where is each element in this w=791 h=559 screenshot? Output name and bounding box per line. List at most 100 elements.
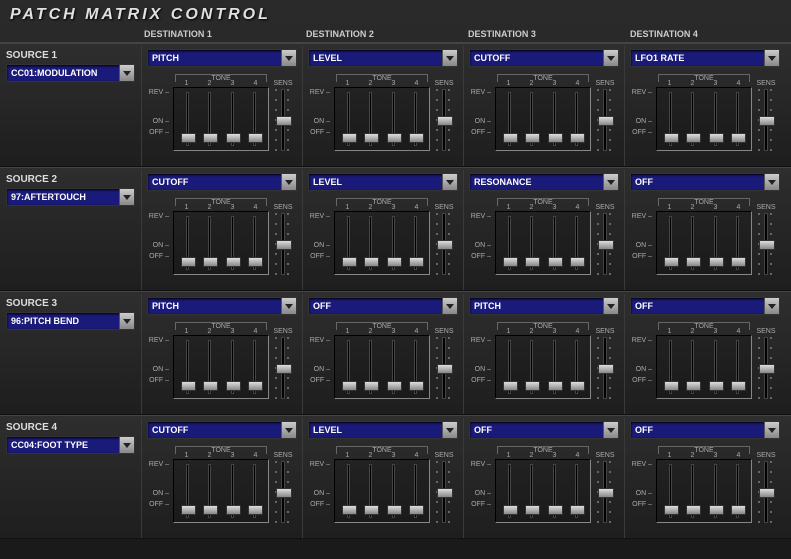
tone-slider-3[interactable]	[706, 212, 724, 274]
tone-slider-1[interactable]	[500, 460, 518, 522]
tone-slider-3[interactable]	[384, 88, 402, 150]
chevron-down-icon[interactable]	[119, 65, 134, 81]
source-4-dropdown[interactable]: CC04:FOOT TYPE	[6, 436, 135, 454]
tone-slider-2[interactable]	[201, 460, 219, 522]
chevron-down-icon[interactable]	[119, 189, 134, 205]
tone-slider-3[interactable]	[706, 460, 724, 522]
slider-thumb[interactable]	[276, 240, 292, 250]
tone-slider-1[interactable]	[339, 336, 357, 398]
tone-slider-3[interactable]	[384, 336, 402, 398]
chevron-down-icon[interactable]	[119, 437, 134, 453]
tone-slider-4[interactable]	[568, 336, 586, 398]
source-1-dropdown[interactable]: CC01:MODULATION	[6, 64, 135, 82]
slider-thumb[interactable]	[503, 257, 518, 267]
tone-slider-2[interactable]	[684, 88, 702, 150]
dest-r2-c2-dropdown[interactable]: LEVEL	[308, 173, 458, 191]
slider-thumb[interactable]	[276, 364, 292, 374]
source-3-dropdown[interactable]: 96:PITCH BEND	[6, 312, 135, 330]
slider-thumb[interactable]	[248, 257, 263, 267]
slider-thumb[interactable]	[709, 381, 724, 391]
tone-slider-3[interactable]	[223, 336, 241, 398]
tone-slider-2[interactable]	[523, 212, 541, 274]
tone-slider-4[interactable]	[407, 460, 425, 522]
slider-thumb[interactable]	[226, 505, 241, 515]
sens-slider[interactable]	[603, 89, 607, 151]
tone-slider-3[interactable]	[223, 460, 241, 522]
chevron-down-icon[interactable]	[442, 50, 457, 66]
tone-slider-4[interactable]	[407, 88, 425, 150]
slider-thumb[interactable]	[570, 505, 585, 515]
tone-slider-3[interactable]	[545, 336, 563, 398]
slider-thumb[interactable]	[503, 505, 518, 515]
tone-slider-1[interactable]	[500, 88, 518, 150]
slider-thumb[interactable]	[409, 505, 424, 515]
tone-slider-3[interactable]	[223, 212, 241, 274]
chevron-down-icon[interactable]	[442, 298, 457, 314]
slider-thumb[interactable]	[409, 381, 424, 391]
slider-thumb[interactable]	[598, 116, 614, 126]
tone-slider-2[interactable]	[362, 212, 380, 274]
tone-slider-1[interactable]	[339, 212, 357, 274]
sens-slider[interactable]	[764, 337, 768, 399]
tone-slider-2[interactable]	[362, 88, 380, 150]
tone-slider-1[interactable]	[178, 336, 196, 398]
tone-slider-1[interactable]	[661, 212, 679, 274]
tone-slider-4[interactable]	[729, 336, 747, 398]
dest-r2-c1-dropdown[interactable]: CUTOFF	[147, 173, 297, 191]
slider-thumb[interactable]	[203, 133, 218, 143]
tone-slider-2[interactable]	[684, 212, 702, 274]
tone-slider-1[interactable]	[339, 88, 357, 150]
tone-slider-4[interactable]	[246, 88, 264, 150]
slider-thumb[interactable]	[364, 257, 379, 267]
tone-slider-4[interactable]	[568, 88, 586, 150]
chevron-down-icon[interactable]	[603, 50, 618, 66]
tone-slider-2[interactable]	[684, 460, 702, 522]
slider-thumb[interactable]	[548, 133, 563, 143]
tone-slider-2[interactable]	[523, 88, 541, 150]
sens-slider[interactable]	[603, 337, 607, 399]
tone-slider-4[interactable]	[568, 460, 586, 522]
slider-thumb[interactable]	[387, 257, 402, 267]
sens-slider[interactable]	[281, 337, 285, 399]
tone-slider-2[interactable]	[362, 336, 380, 398]
tone-slider-2[interactable]	[684, 336, 702, 398]
slider-thumb[interactable]	[342, 133, 357, 143]
tone-slider-4[interactable]	[729, 212, 747, 274]
slider-thumb[interactable]	[525, 257, 540, 267]
source-2-dropdown[interactable]: 97:AFTERTOUCH	[6, 188, 135, 206]
slider-thumb[interactable]	[525, 133, 540, 143]
tone-slider-1[interactable]	[661, 336, 679, 398]
slider-thumb[interactable]	[598, 488, 614, 498]
slider-thumb[interactable]	[437, 240, 453, 250]
tone-slider-2[interactable]	[523, 460, 541, 522]
dest-r4-c4-dropdown[interactable]: OFF	[630, 421, 780, 439]
dest-r4-c3-dropdown[interactable]: OFF	[469, 421, 619, 439]
sens-slider[interactable]	[281, 89, 285, 151]
slider-thumb[interactable]	[226, 133, 241, 143]
slider-thumb[interactable]	[226, 257, 241, 267]
slider-thumb[interactable]	[731, 257, 746, 267]
chevron-down-icon[interactable]	[442, 422, 457, 438]
slider-thumb[interactable]	[503, 381, 518, 391]
sens-slider[interactable]	[442, 337, 446, 399]
tone-slider-1[interactable]	[178, 212, 196, 274]
slider-thumb[interactable]	[409, 133, 424, 143]
tone-slider-1[interactable]	[339, 460, 357, 522]
slider-thumb[interactable]	[570, 133, 585, 143]
slider-thumb[interactable]	[548, 381, 563, 391]
tone-slider-3[interactable]	[545, 460, 563, 522]
dest-r1-c2-dropdown[interactable]: LEVEL	[308, 49, 458, 67]
slider-thumb[interactable]	[181, 257, 196, 267]
chevron-down-icon[interactable]	[119, 313, 134, 329]
tone-slider-4[interactable]	[407, 336, 425, 398]
tone-slider-2[interactable]	[201, 88, 219, 150]
slider-thumb[interactable]	[387, 133, 402, 143]
tone-slider-4[interactable]	[729, 88, 747, 150]
slider-thumb[interactable]	[525, 505, 540, 515]
slider-thumb[interactable]	[276, 488, 292, 498]
dest-r3-c3-dropdown[interactable]: PITCH	[469, 297, 619, 315]
chevron-down-icon[interactable]	[281, 422, 296, 438]
slider-thumb[interactable]	[437, 116, 453, 126]
chevron-down-icon[interactable]	[764, 298, 779, 314]
slider-thumb[interactable]	[181, 381, 196, 391]
